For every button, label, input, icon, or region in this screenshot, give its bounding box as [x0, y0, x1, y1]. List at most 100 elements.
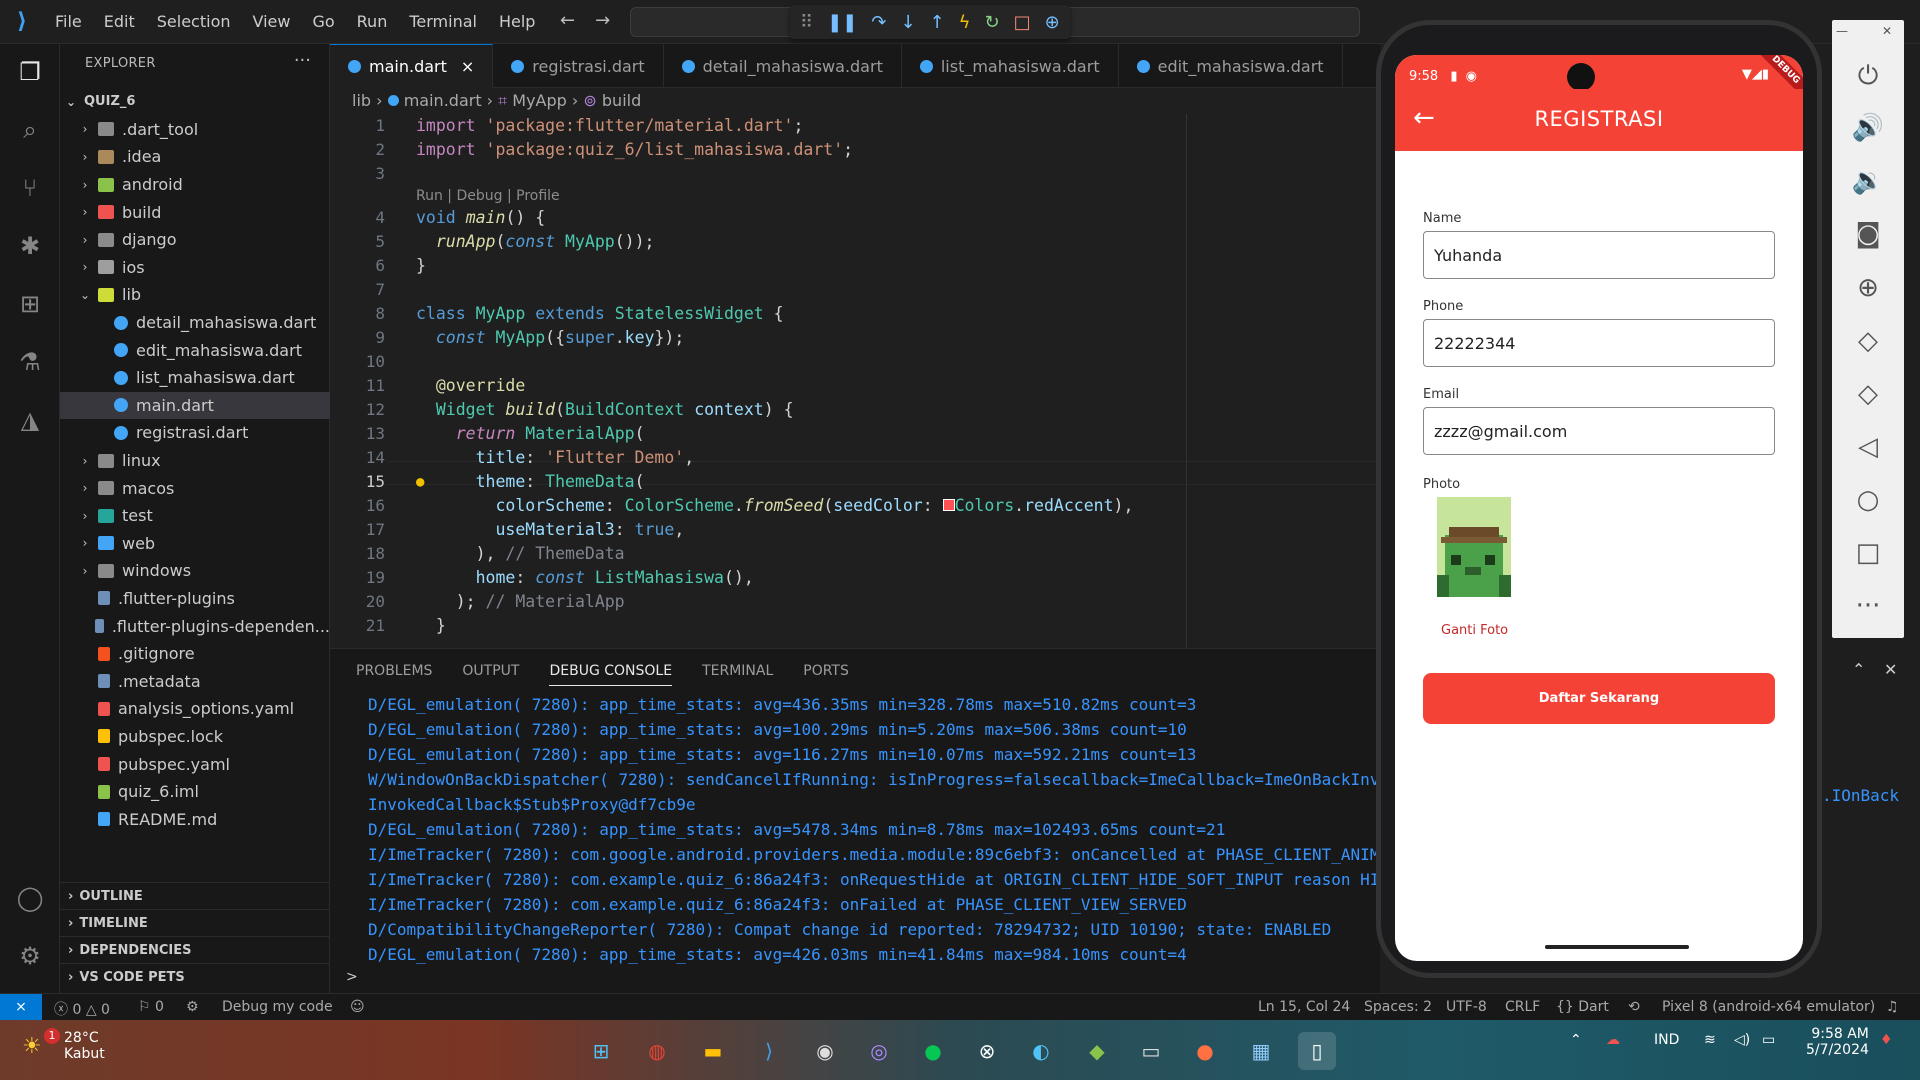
lightbulb-icon[interactable]: ● [416, 474, 424, 490]
emulator-taskbar-icon[interactable]: ▯ [1298, 1032, 1336, 1070]
tab-edit-mahasiswa-dart[interactable]: edit_mahasiswa.dart [1119, 44, 1343, 88]
tree-folder[interactable]: › macos [60, 474, 330, 502]
console-prompt[interactable]: > [346, 969, 358, 985]
network-warning-icon[interactable]: ☁ [1606, 1032, 1620, 1048]
extensions-icon[interactable]: ⊞ [14, 288, 46, 320]
tab-registrasi-dart[interactable]: registrasi.dart [493, 44, 664, 88]
devtools-icon[interactable]: ⊕ [1045, 12, 1060, 33]
name-field[interactable]: Yuhanda [1423, 231, 1775, 279]
timeline-section[interactable]: › TIMELINE [60, 909, 330, 936]
vscode-pets-section[interactable]: › VS CODE PETS [60, 963, 330, 990]
line-icon[interactable]: ● [914, 1032, 952, 1070]
source-control-icon[interactable]: ⑂ [14, 172, 46, 204]
register-button[interactable]: Daftar Sekarang [1423, 673, 1775, 724]
volume-icon[interactable]: ◁) [1734, 1032, 1750, 1048]
edge-icon[interactable]: ◐ [1022, 1032, 1060, 1070]
tab-debug-console[interactable]: DEBUG CONSOLE [549, 663, 673, 686]
tray-overflow-icon[interactable]: ⌃ [1570, 1032, 1582, 1048]
tab-list-mahasiswa-dart[interactable]: list_mahasiswa.dart [902, 44, 1119, 88]
zoom-icon[interactable]: ⊕ [1850, 270, 1886, 306]
dependencies-section[interactable]: › DEPENDENCIES [60, 936, 330, 963]
outline-section[interactable]: › OUTLINE [60, 882, 330, 909]
explorer-icon[interactable]: ❐ [14, 56, 46, 88]
tab-ports[interactable]: PORTS [803, 663, 849, 686]
debug-config[interactable]: Debug my code [222, 999, 333, 1015]
step-over-icon[interactable]: ↷ [871, 12, 886, 33]
step-out-icon[interactable]: ↑ [930, 12, 945, 33]
start-menu-icon[interactable]: ⊞ [582, 1032, 620, 1070]
forward-arrow-icon[interactable]: → [595, 10, 610, 31]
tree-folder[interactable]: ⌄ lib [60, 281, 330, 309]
change-photo-button[interactable]: Ganti Foto [1441, 623, 1508, 638]
tab-terminal[interactable]: TERMINAL [702, 663, 773, 686]
drag-handle-icon[interactable]: ⠿ [800, 12, 813, 33]
close-panel-icon[interactable]: ✕ [1884, 660, 1897, 679]
app-icon[interactable]: ◎ [860, 1032, 898, 1070]
encoding[interactable]: UTF-8 [1446, 999, 1487, 1015]
notification-bell-icon[interactable]: ♦ [1880, 1032, 1893, 1048]
tree-folder[interactable]: › test [60, 502, 330, 530]
flutter-icon[interactable]: ◮ [14, 404, 46, 436]
testing-icon[interactable]: ⚗ [14, 346, 46, 378]
menu-terminal[interactable]: Terminal [398, 0, 488, 44]
tree-file[interactable]: analysis_options.yaml [60, 695, 330, 723]
code-editor[interactable]: 1 2 3 4 5 6 7 8 9 10 11 12 13 14 15 16 1… [330, 114, 1380, 648]
breadcrumb-method[interactable]: build [602, 91, 641, 110]
more-icon[interactable]: ··· [1850, 588, 1886, 624]
vscode-taskbar-icon[interactable]: ⟩ [750, 1032, 788, 1070]
wifi-icon[interactable]: ≋ [1704, 1032, 1716, 1048]
tree-file[interactable]: README.md [60, 805, 330, 833]
tree-file[interactable]: edit_mahasiswa.dart [60, 336, 330, 364]
tree-file[interactable]: .flutter-plugins-dependen... [60, 612, 330, 640]
pause-icon[interactable]: ❚❚ [827, 12, 857, 33]
terminal-icon[interactable]: ▭ [1132, 1032, 1170, 1070]
tab-main-dart[interactable]: main.dart × [330, 44, 494, 88]
tab-output[interactable]: OUTPUT [462, 663, 519, 686]
stop-icon[interactable]: □ [1014, 12, 1031, 33]
maximize-panel-icon[interactable]: ⌃ [1852, 660, 1865, 679]
tree-folder[interactable]: › windows [60, 557, 330, 585]
line-ending[interactable]: CRLF [1505, 999, 1540, 1015]
sync-icon[interactable]: ⟲ [1628, 999, 1640, 1015]
volume-up-icon[interactable]: 🔊 [1850, 110, 1886, 146]
image-viewer-icon[interactable]: ▦ [1242, 1032, 1280, 1070]
restart-icon[interactable]: ↻ [985, 12, 1000, 33]
menu-file[interactable]: File [44, 0, 93, 44]
tree-file[interactable]: quiz_6.iml [60, 778, 330, 806]
tab-problems[interactable]: PROBLEMS [356, 663, 432, 686]
power-icon[interactable]: ⏻ [1850, 58, 1886, 94]
step-into-icon[interactable]: ↓ [900, 12, 915, 33]
tree-folder[interactable]: › django [60, 226, 330, 254]
ports-indicator[interactable]: ⚐ 0 [138, 999, 164, 1015]
home-icon[interactable]: ○ [1850, 482, 1886, 518]
file-explorer-icon[interactable]: ▬ [694, 1032, 732, 1070]
language-mode[interactable]: {} Dart [1556, 999, 1609, 1015]
tree-folder[interactable]: › android [60, 171, 330, 199]
rotate-left-icon[interactable]: ◇ [1850, 323, 1886, 359]
obs-icon[interactable]: ◉ [806, 1032, 844, 1070]
postman-icon[interactable]: ● [1186, 1032, 1224, 1070]
email-field[interactable]: zzzz@gmail.com [1423, 407, 1775, 455]
menu-view[interactable]: View [242, 0, 302, 44]
back-arrow-icon[interactable]: ← [560, 10, 575, 31]
workspace-root[interactable]: ⌄ QUIZ_6 [60, 88, 330, 116]
close-icon[interactable]: × [461, 57, 474, 76]
tree-file[interactable]: registrasi.dart [60, 419, 330, 447]
tree-file[interactable]: .metadata [60, 667, 330, 695]
cursor-position[interactable]: Ln 15, Col 24 [1258, 999, 1350, 1015]
phone-field[interactable]: 22222344 [1423, 319, 1775, 367]
tree-folder[interactable]: › build [60, 198, 330, 226]
breadcrumb-file[interactable]: main.dart [404, 91, 482, 110]
search-icon[interactable]: ⌕ [14, 114, 46, 146]
menu-run[interactable]: Run [346, 0, 399, 44]
breadcrumb-class[interactable]: MyApp [512, 91, 567, 110]
more-actions-icon[interactable]: ··· [294, 50, 311, 71]
account-icon[interactable]: ◯ [14, 882, 46, 914]
battery-icon[interactable]: ▭ [1762, 1032, 1775, 1048]
menu-help[interactable]: Help [488, 0, 546, 44]
errors-indicator[interactable]: ⓧ 0 △ 0 [54, 999, 110, 1019]
tree-file[interactable]: pubspec.lock [60, 723, 330, 751]
menu-selection[interactable]: Selection [146, 0, 242, 44]
language-indicator[interactable]: IND [1654, 1032, 1679, 1048]
run-debug-icon[interactable]: ✱ [14, 230, 46, 262]
